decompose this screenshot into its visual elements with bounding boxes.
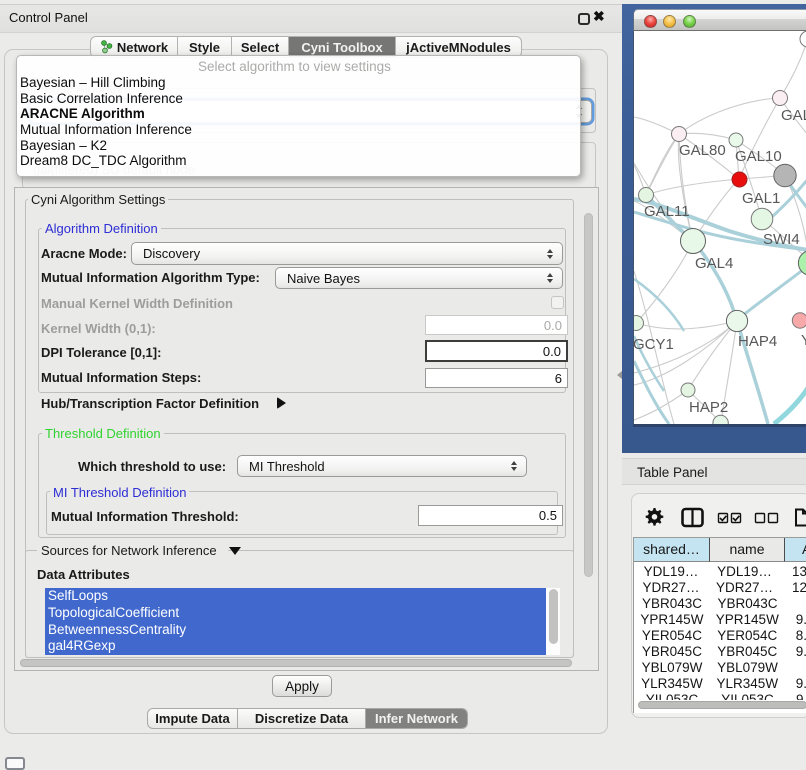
svg-text:GAL2: GAL2 xyxy=(781,107,806,124)
svg-text:HAP2: HAP2 xyxy=(689,399,728,416)
svg-text:Y: Y xyxy=(801,332,806,349)
svg-text:GAL4: GAL4 xyxy=(695,255,733,272)
svg-text:HAP4: HAP4 xyxy=(738,333,777,350)
svg-text:GAL11: GAL11 xyxy=(644,203,690,220)
svg-text:GAL10: GAL10 xyxy=(735,148,782,165)
svg-text:GAL80: GAL80 xyxy=(679,142,726,159)
svg-text:SWI4: SWI4 xyxy=(763,231,800,248)
svg-text:GCY1: GCY1 xyxy=(634,336,674,353)
svg-text:GAL1: GAL1 xyxy=(742,190,780,207)
